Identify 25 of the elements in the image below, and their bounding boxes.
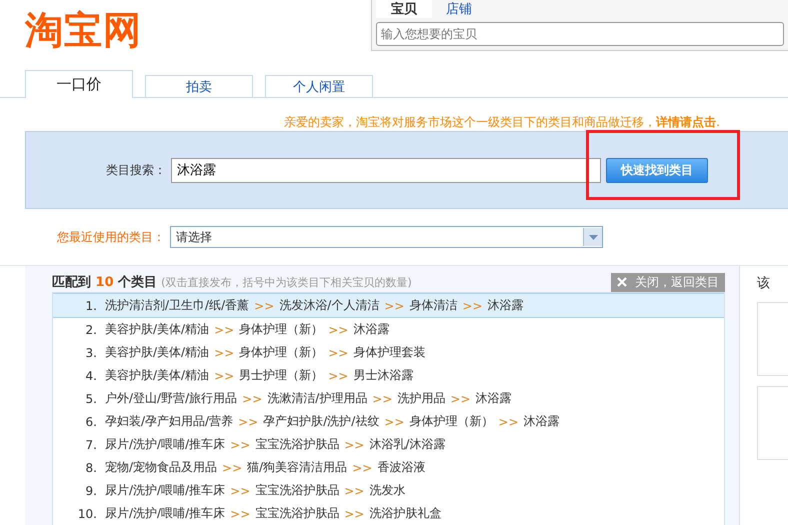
category-row[interactable]: 10. 尿片/洗护/喂哺/推车床 >> 宝宝洗浴护肤品 >> 洗浴护肤礼盒 [53, 502, 724, 525]
category-row[interactable]: 1. 洗护清洁剂/卫生巾/纸/香薰 >> 洗发沐浴/个人清洁 >> 身体清洁 >> 沐浴露 [53, 293, 724, 318]
field-label: 类目搜索： [106, 162, 167, 178]
results-heading: 匹配到 10 个类目 [52, 274, 158, 291]
category-search-field[interactable]: 沐浴露 [171, 158, 601, 182]
search-tab[interactable]: 店铺 [432, 0, 486, 18]
close-icon [617, 277, 627, 287]
category-row[interactable]: 3. 美容护肤/美体/精油 >> 身体护理（新） >> 身体护理套装 [53, 341, 724, 364]
site-search-field[interactable]: 输入您想要的宝贝 [376, 22, 784, 46]
side-panel-title: 该 [757, 275, 771, 292]
listing-tab[interactable]: 拍卖 [145, 75, 253, 97]
recent-category-dropdown[interactable]: 请选择 [170, 226, 603, 248]
category-row[interactable]: 4. 美容护肤/美体/精油 >> 男士护理（新） >> 男士沐浴露 [53, 364, 724, 387]
listing-tab[interactable]: 个人闲置 [265, 75, 373, 97]
results-hint: (双击直接发布，括号中为该类目下相关宝贝的数量) [161, 274, 412, 290]
notice-text: 亲爱的卖家，淘宝将对服务市场这个一级类目下的类目和商品做迁移，详情请点击. [283, 114, 721, 131]
category-row[interactable]: 5. 户外/登山/野营/旅行用品 >> 洗漱清洁/护理用品 >> 洗护用品 >> 沐浴露 [53, 387, 724, 410]
search-tab[interactable]: 宝贝 [376, 0, 432, 18]
category-row[interactable]: 2. 美容护肤/美体/精油 >> 身体护理（新） >> 沐浴露 [53, 318, 724, 341]
field-label: 您最近使用的类目： [57, 228, 166, 246]
category-row[interactable]: 7. 尿片/洗护/喂哺/推车床 >> 宝宝洗浴护肤品 >> 沐浴乳/沐浴露 [53, 433, 724, 456]
category-row[interactable]: 9. 尿片/洗护/喂哺/推车床 >> 宝宝洗浴护肤品 >> 洗发水 [53, 479, 724, 502]
category-row[interactable]: 6. 孕妇装/孕产妇用品/营养 >> 孕产妇护肤/洗护/祛纹 >> 身体护理（新） >> 沐浴露 [53, 410, 724, 433]
category-row[interactable]: 8. 宠物/宠物食品及用品 >> 猫/狗美容清洁用品 >> 香波浴液 [53, 456, 724, 479]
listing-tab[interactable]: 一口价 [25, 70, 133, 98]
